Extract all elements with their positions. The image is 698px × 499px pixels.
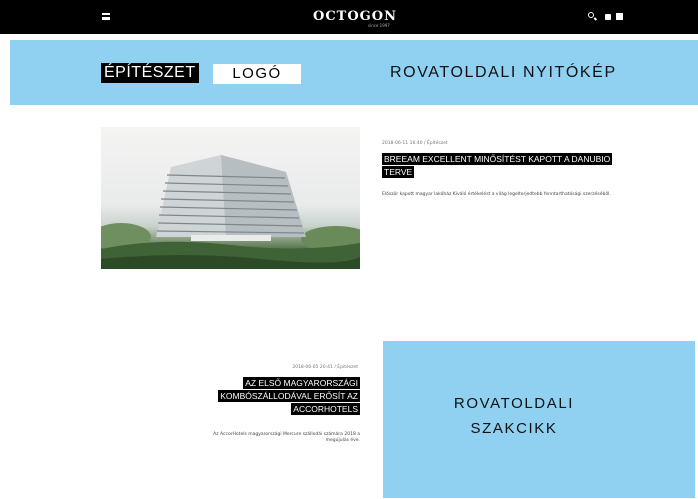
category-label[interactable]: ÉPÍTÉSZET: [101, 63, 199, 83]
menu-icon[interactable]: [102, 13, 110, 20]
article-title[interactable]: AZ ELSŐ MAGYARORSZÁGI KOMBÓSZÁLLODÁVAL E…: [170, 377, 360, 416]
banner-title: ROVATOLDALI NYITÓKÉP: [390, 64, 617, 81]
article-meta: 2018-06-05 20:41 / Építészet: [292, 365, 358, 370]
user-icon[interactable]: [616, 13, 623, 20]
article-excerpt: Először kapott magyar lakóház Kiváló ért…: [382, 192, 611, 197]
article-meta: 2018-06-11 16:40 / Építészet: [382, 141, 448, 146]
article-title[interactable]: BREEAM EXCELLENT MINŐSÍTÉST KAPOTT A DAN…: [382, 153, 622, 179]
site-logo-subtitle: since 1997: [368, 23, 390, 28]
section-header-banner: ÉPÍTÉSZET LOGÓ ROVATOLDALI NYITÓKÉP: [10, 40, 698, 105]
search-icon[interactable]: [588, 12, 594, 18]
placeholder-label: ROVATOLDALI SZAKCIKK: [453, 395, 575, 437]
top-navbar: OCTOGON since 1997: [0, 0, 698, 34]
featured-article-placeholder[interactable]: ROVATOLDALI SZAKCIKK: [383, 341, 695, 498]
bag-icon[interactable]: [605, 14, 611, 20]
site-logo[interactable]: OCTOGON: [312, 9, 398, 24]
article-excerpt: Az AccorHotels magyarországi Mercure szá…: [213, 432, 360, 443]
article-image[interactable]: [101, 127, 360, 269]
logo-placeholder: LOGÓ: [213, 64, 301, 84]
